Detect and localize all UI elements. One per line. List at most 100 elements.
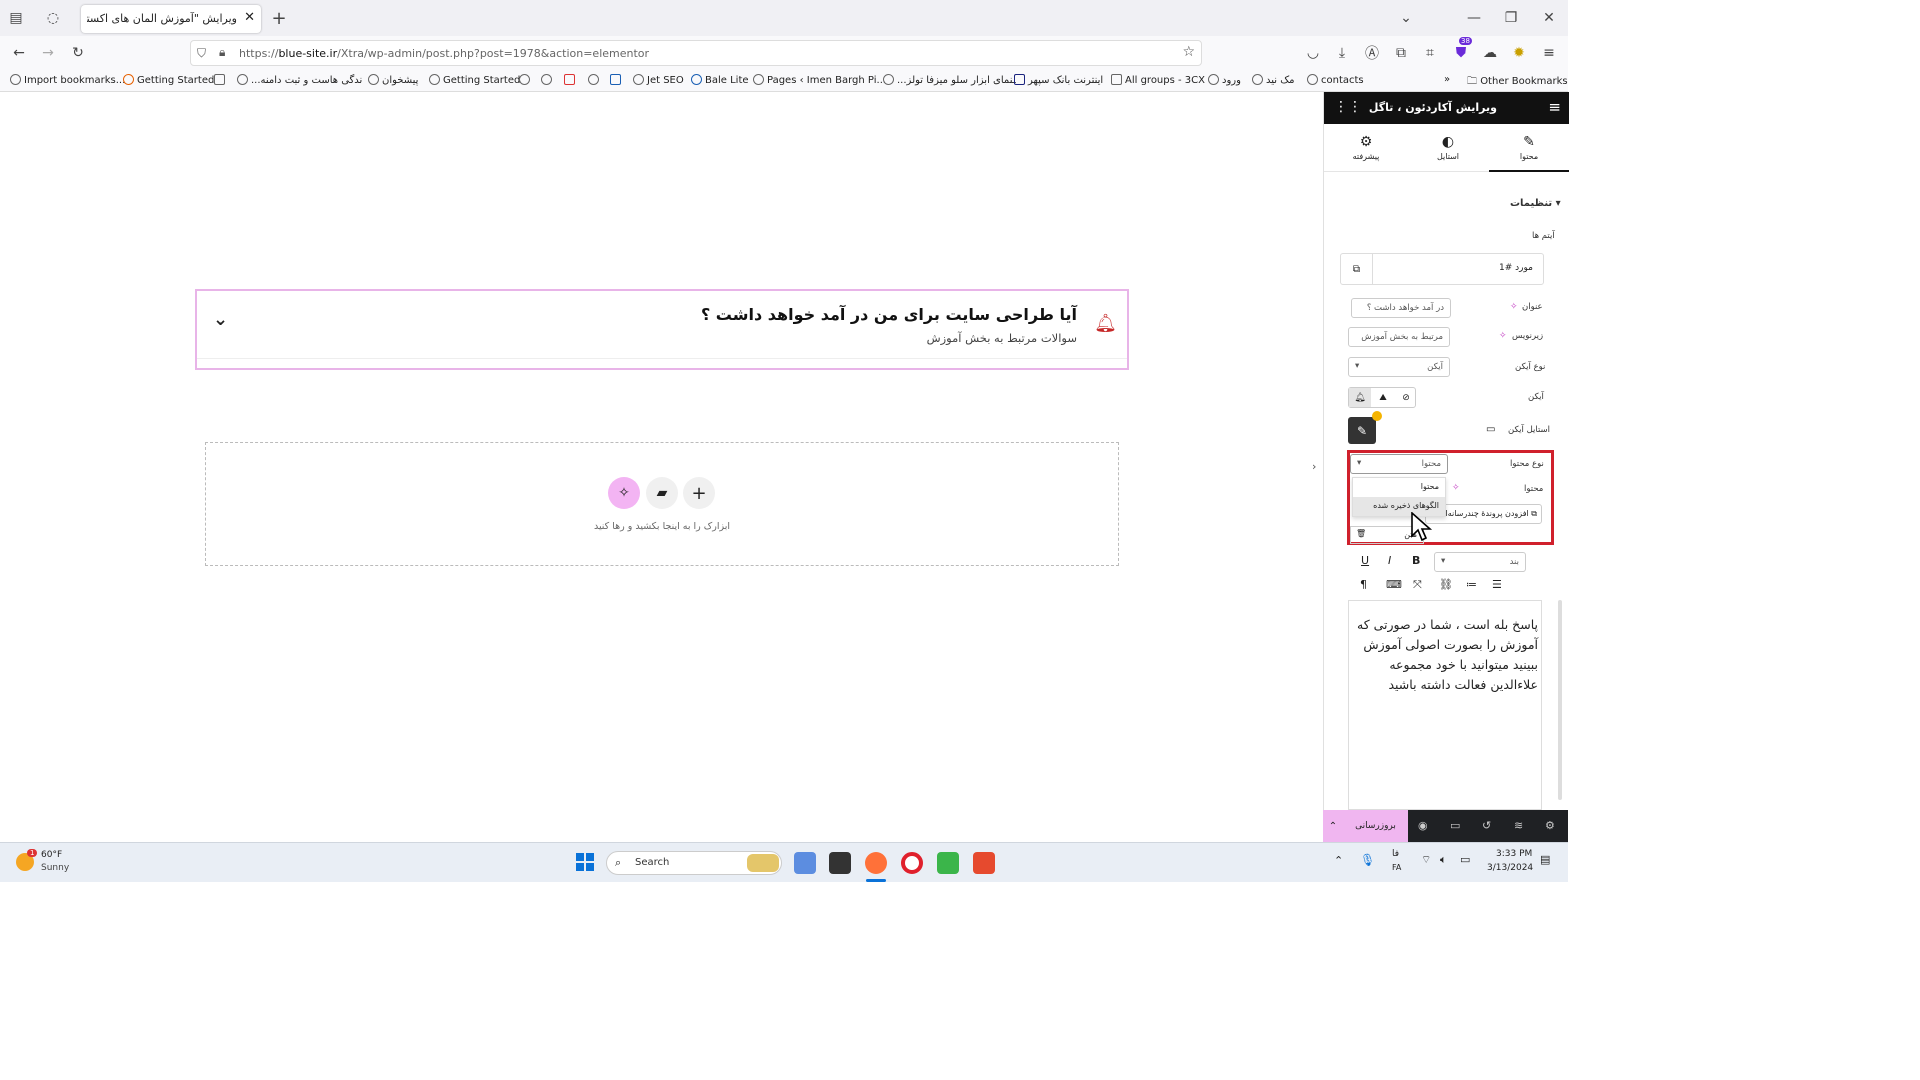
bookmark-item[interactable] — [214, 74, 228, 86]
chevron-down-icon[interactable]: ⌄ — [213, 309, 228, 330]
camtasia-green-icon[interactable] — [937, 852, 959, 874]
chevron-up-icon[interactable]: ⌃ — [1334, 854, 1343, 867]
firefox-icon[interactable] — [865, 852, 887, 874]
ai-sparkle-icon[interactable]: ✧ — [1510, 302, 1518, 312]
ai-sparkle-icon[interactable]: ✧ — [1499, 331, 1507, 341]
icon-type-select[interactable]: آیکن ▾ — [1348, 357, 1450, 377]
cloud-icon[interactable]: ☁ — [1478, 41, 1502, 65]
history-icon[interactable]: ↺ — [1482, 819, 1491, 832]
bookmark-item[interactable]: اینترنت بانک سپهر — [1014, 74, 1103, 86]
settings-icon[interactable]: ⚙ — [1545, 819, 1555, 832]
collapse-panel-icon[interactable]: › — [1312, 460, 1316, 473]
restore-icon[interactable]: ❐ — [1499, 6, 1523, 30]
minimize-icon[interactable]: — — [1462, 6, 1486, 30]
accordion-widget[interactable]: 🔔︎ آیا طراحی سایت برای من در آمد خواهد د… — [195, 289, 1129, 370]
upload-svg-icon[interactable]: ⛰ — [1372, 388, 1394, 407]
tab-advanced[interactable]: ⚙ پیشرفته — [1326, 124, 1406, 172]
notification-icon[interactable]: ▤ — [1540, 853, 1550, 866]
title-input[interactable]: در آمد خواهد داشت ؟ — [1351, 298, 1451, 318]
close-tab-icon[interactable]: ✕ — [244, 10, 255, 25]
opera-icon[interactable] — [901, 852, 923, 874]
ai-sparkle-icon[interactable]: ✧ — [608, 477, 640, 509]
forward-icon[interactable]: → — [36, 41, 60, 65]
back-icon[interactable]: ← — [7, 41, 31, 65]
bookmark-item[interactable]: contacts — [1307, 74, 1364, 86]
section-toggle[interactable]: ▾ تنظیمات — [1510, 198, 1561, 209]
close-window-icon[interactable]: ✕ — [1537, 6, 1561, 30]
widgets-grid-icon[interactable]: ⋮⋮ — [1334, 99, 1362, 115]
paragraph-rtl-icon[interactable]: ¶ — [1360, 578, 1367, 591]
italic-icon[interactable]: I — [1388, 554, 1391, 567]
taskbar-search[interactable]: ⌕ Search — [606, 851, 782, 875]
ai-sparkle-icon[interactable]: ✧ — [1452, 483, 1460, 493]
chevron-down-icon[interactable]: ⌄ — [1394, 6, 1418, 30]
other-bookmarks[interactable]: 🗀︎ Other Bookmarks — [1467, 74, 1568, 91]
bookmark-item[interactable]: ورود — [1208, 74, 1241, 86]
numbered-list-icon[interactable]: ≔ — [1466, 578, 1477, 591]
bookmark-item[interactable] — [610, 74, 624, 86]
crop-icon[interactable]: ⌗ — [1418, 41, 1442, 65]
repeater-item[interactable]: مورد #1 ⧉ — [1340, 253, 1544, 285]
bookmark-item[interactable]: Import bookmarks... — [10, 74, 125, 86]
pocket-icon[interactable]: ◡ — [1301, 41, 1325, 65]
lock-icon[interactable]: 🔒︎ — [219, 45, 225, 60]
bold-icon[interactable]: B — [1412, 554, 1420, 567]
windows-start-icon[interactable] — [576, 853, 594, 871]
clock-date[interactable]: 3/13/2024 — [1487, 863, 1533, 873]
editor-content[interactable]: پاسخ بله است ، شما در صورتی که آموزش را … — [1352, 615, 1538, 695]
preview-eye-icon[interactable]: ◉ — [1418, 819, 1428, 832]
tab-content[interactable]: ✎ محتوا — [1489, 124, 1569, 172]
chevron-up-icon[interactable]: ⌃ — [1323, 810, 1343, 842]
bookmark-item[interactable]: ...ـنمای ابزار سلو میزفا تولز — [883, 74, 1016, 86]
menu-icon[interactable]: ≡ — [1537, 41, 1561, 65]
underline-icon[interactable]: U — [1361, 554, 1369, 567]
content-type-select[interactable]: محتوا ▾ — [1350, 454, 1448, 474]
bookmark-item[interactable]: All groups - 3CX — [1111, 74, 1205, 86]
format-select[interactable]: بند ▾ — [1434, 552, 1526, 572]
new-tab-icon[interactable]: + — [267, 6, 291, 30]
gmail-bookmark-icon[interactable] — [564, 74, 578, 86]
pinned-tab-icon[interactable]: ◌ — [41, 6, 65, 30]
drop-zone[interactable]: ✧ ▰ + ابزارک را به اینجا بکشید و رها کنی… — [205, 442, 1119, 566]
bookmark-item[interactable] — [519, 74, 533, 86]
bookmark-item[interactable] — [541, 74, 555, 86]
bookmark-item[interactable]: مک نید — [1252, 74, 1295, 86]
bookmark-item[interactable]: ...ندگی هاست و ثبت دامنه — [237, 74, 362, 86]
account-icon[interactable]: Ⓐ — [1360, 41, 1384, 65]
copilot-icon[interactable] — [794, 852, 816, 874]
desktop-icon[interactable]: ▭ — [1486, 424, 1495, 435]
more-bookmarks-icon[interactable]: » — [1444, 74, 1450, 85]
bullet-list-icon[interactable]: ☰ — [1492, 578, 1502, 591]
duplicate-icon[interactable]: ⧉ — [1341, 254, 1373, 284]
bookmark-item[interactable]: Pages ‹ Imen Bargh Pi... — [753, 74, 886, 86]
responsive-icon[interactable]: ▭ — [1450, 819, 1460, 832]
bell-icon[interactable]: 🔔︎ — [1349, 388, 1371, 407]
extension-shield-icon[interactable]: ⛊ 38 — [1449, 37, 1473, 65]
trash-icon[interactable]: 🗑︎ — [1356, 529, 1366, 538]
battery-icon[interactable]: ▭ — [1460, 853, 1470, 866]
wifi-icon[interactable]: ⌔ — [1421, 853, 1431, 867]
update-button[interactable]: بروزرسانی — [1343, 810, 1408, 842]
bookmark-item[interactable] — [588, 74, 602, 86]
keyboard-icon[interactable]: ⌨ — [1386, 578, 1402, 591]
microphone-icon[interactable]: 🎙︎ — [1360, 853, 1375, 867]
panel-scrollbar[interactable] — [1558, 600, 1562, 800]
settings-extension-icon[interactable]: ✹ — [1507, 41, 1531, 65]
bookmark-item[interactable]: Jet SEO — [633, 74, 684, 86]
dropdown-option[interactable]: محتوا — [1353, 478, 1445, 497]
volume-icon[interactable]: 🔈︎ — [1440, 853, 1447, 867]
shield-icon[interactable]: ⛉ — [197, 46, 206, 61]
fullscreen-icon[interactable]: ⤧ — [1413, 578, 1422, 592]
tab-style[interactable]: ◐ استایل — [1408, 124, 1488, 172]
tab-list-icon[interactable]: ▤ — [4, 6, 28, 30]
bookmark-item[interactable]: Bale Lite — [691, 74, 749, 86]
edit-style-button[interactable]: ✎ — [1348, 417, 1376, 444]
reload-icon[interactable]: ↻ — [66, 41, 90, 65]
add-section-icon[interactable]: + — [683, 477, 715, 509]
none-icon[interactable]: ⊘ — [1395, 388, 1417, 407]
bookmark-item[interactable]: Getting Started — [429, 74, 520, 86]
browser-tab-active[interactable]: ویرایش "آموزش المان های اکسترا – ... ✕ — [81, 5, 261, 33]
address-bar[interactable]: ⛉ 🔒︎ https://blue-site.ir/Xtra/wp-admin/… — [190, 40, 1202, 66]
bookmark-item[interactable]: Getting Started — [123, 74, 214, 86]
subtitle-input[interactable]: مرتبط به بخش آموزش — [1348, 327, 1450, 347]
